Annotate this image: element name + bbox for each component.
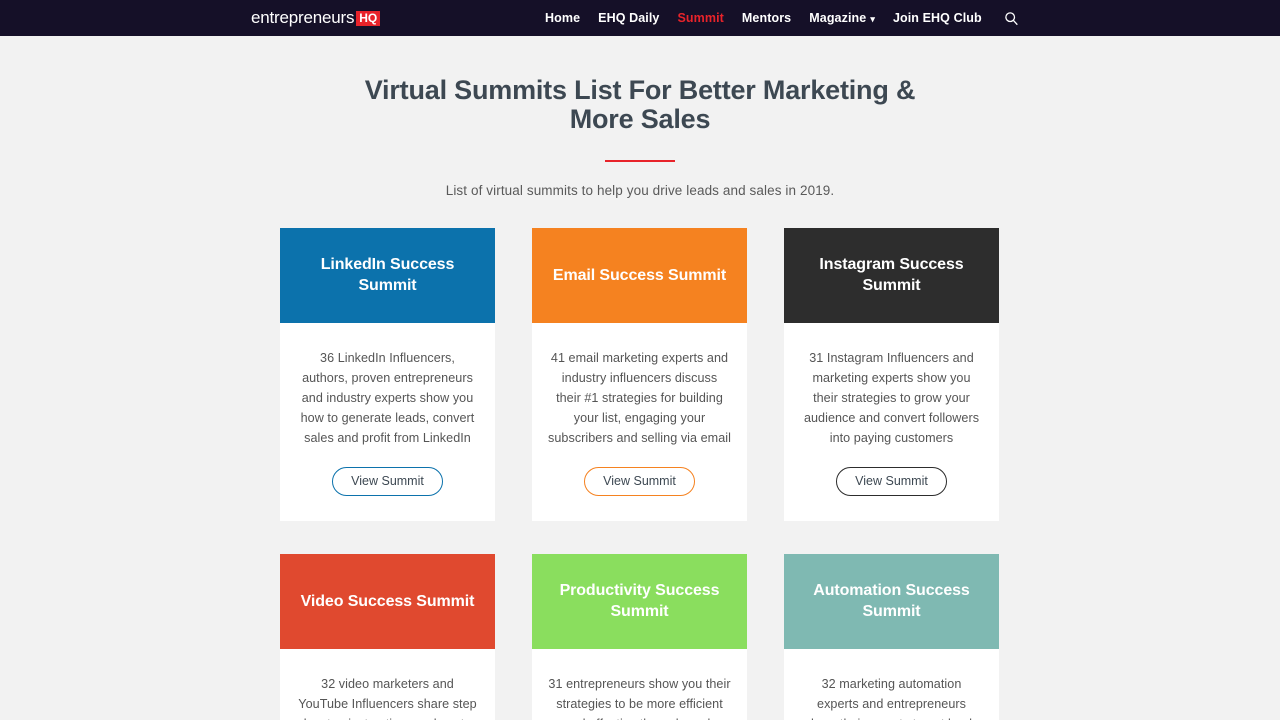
card-body: 31 entrepreneurs show you their strategi… — [532, 649, 747, 720]
top-navigation-bar: entrepreneurs HQ Home EHQ Daily Summit Me… — [0, 0, 1280, 36]
card-body: 32 marketing automation experts and entr… — [784, 649, 999, 720]
page-title: Virtual Summits List For Better Marketin… — [364, 75, 916, 135]
logo-text: entrepreneurs — [251, 8, 355, 27]
card-description: 31 entrepreneurs show you their strategi… — [548, 677, 731, 720]
title-divider — [605, 160, 675, 163]
card-body: 36 LinkedIn Influencers, authors, proven… — [280, 323, 495, 448]
card-description: 32 video marketers and YouTube Influence… — [298, 677, 477, 720]
nav-label: Join EHQ Club — [892, 11, 982, 25]
nav-label: Magazine — [809, 11, 867, 25]
search-icon[interactable] — [1004, 11, 1019, 26]
nav-item-magazine[interactable]: Magazine ▾ — [809, 11, 875, 25]
site-logo[interactable]: entrepreneurs HQ — [251, 8, 381, 28]
card-footer: View Summit — [280, 449, 495, 522]
card-title: Productivity Success Summit — [559, 582, 720, 620]
nav-item-home[interactable]: Home — [545, 11, 580, 25]
summit-card[interactable]: Automation Success Summit 32 marketing a… — [784, 554, 999, 720]
nav-item-ehq-daily[interactable]: EHQ Daily — [598, 11, 659, 25]
card-header: Instagram Success Summit — [784, 228, 999, 324]
card-title: Video Success Summit — [300, 592, 475, 610]
summit-card[interactable]: LinkedIn Success Summit 36 LinkedIn Infl… — [280, 228, 495, 522]
summit-card[interactable]: Email Success Summit 41 email marketing … — [532, 228, 747, 522]
nav-item-mentors[interactable]: Mentors — [742, 11, 791, 25]
card-header: LinkedIn Success Summit — [280, 228, 495, 324]
chevron-down-icon: ▾ — [870, 13, 875, 24]
nav-item-join-ehq-club[interactable]: Join EHQ Club — [893, 11, 982, 25]
nav-label: Home — [545, 11, 581, 25]
nav-item-summit[interactable]: Summit — [677, 11, 723, 25]
card-footer: View Summit — [532, 449, 747, 522]
nav-label: EHQ Daily — [598, 11, 660, 25]
main-nav: Home EHQ Daily Summit Mentors Magazine ▾… — [545, 11, 1019, 26]
card-title: Instagram Success Summit — [819, 256, 964, 294]
card-title: Automation Success Summit — [813, 582, 970, 620]
nav-label: Mentors — [741, 11, 792, 25]
card-header: Video Success Summit — [280, 554, 495, 650]
card-description: 32 marketing automation experts and entr… — [805, 677, 979, 720]
card-description: 36 LinkedIn Influencers, authors, proven… — [300, 351, 475, 445]
card-header: Automation Success Summit — [784, 554, 999, 650]
card-header: Email Success Summit — [532, 228, 747, 324]
view-summit-button[interactable]: View Summit — [332, 466, 443, 497]
card-body: 41 email marketing experts and industry … — [532, 323, 747, 448]
summit-card-grid: LinkedIn Success Summit 36 LinkedIn Infl… — [280, 228, 1000, 720]
card-description: 41 email marketing experts and industry … — [548, 351, 731, 445]
page-subtitle: List of virtual summits to help you driv… — [445, 183, 835, 199]
nav-label: Summit — [677, 11, 724, 25]
logo-badge-hq: HQ — [356, 11, 381, 26]
card-title: Email Success Summit — [552, 266, 727, 284]
card-header: Productivity Success Summit — [532, 554, 747, 650]
hero-section: Virtual Summits List For Better Marketin… — [0, 36, 1280, 198]
view-summit-button[interactable]: View Summit — [836, 466, 947, 497]
card-body: 31 Instagram Influencers and marketing e… — [784, 323, 999, 448]
summit-card[interactable]: Video Success Summit 32 video marketers … — [280, 554, 495, 720]
summit-card[interactable]: Instagram Success Summit 31 Instagram In… — [784, 228, 999, 522]
card-title: LinkedIn Success Summit — [320, 256, 455, 294]
card-footer: View Summit — [784, 449, 999, 522]
view-summit-button[interactable]: View Summit — [584, 466, 695, 497]
summit-card[interactable]: Productivity Success Summit 31 entrepren… — [532, 554, 747, 720]
card-description: 31 Instagram Influencers and marketing e… — [803, 351, 980, 445]
card-body: 32 video marketers and YouTube Influence… — [280, 649, 495, 720]
